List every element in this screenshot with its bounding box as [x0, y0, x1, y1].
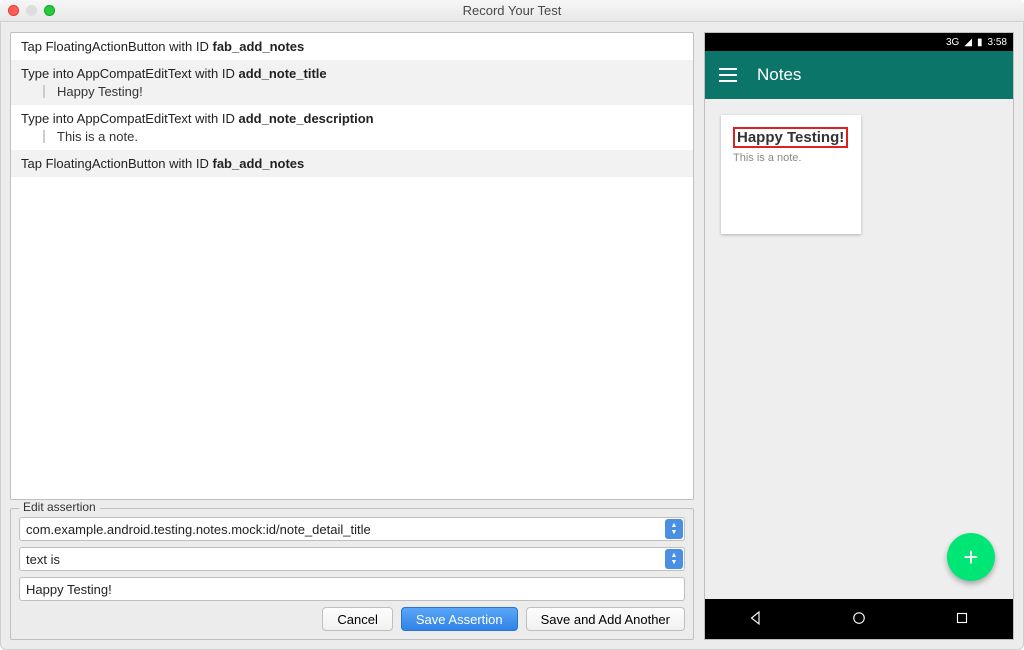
step-id: add_note_description [239, 111, 374, 126]
select-stepper-icon: ▲▼ [665, 519, 683, 539]
assertion-element-select[interactable]: com.example.android.testing.notes.mock:i… [19, 517, 685, 541]
step-id: fab_add_notes [213, 39, 305, 54]
save-and-add-another-button[interactable]: Save and Add Another [526, 607, 685, 631]
cancel-button[interactable]: Cancel [322, 607, 392, 631]
assertion-legend: Edit assertion [19, 500, 100, 514]
save-assertion-button[interactable]: Save Assertion [401, 607, 518, 631]
android-nav-bar [705, 599, 1013, 639]
android-app-bar: Notes [705, 51, 1013, 99]
assertion-value-input[interactable] [19, 577, 685, 601]
device-preview: 3G ◢ ▮ 3:58 Notes Happy Testing! This is… [704, 32, 1014, 640]
step-text: Tap FloatingActionButton with ID [21, 39, 213, 54]
plus-icon: + [963, 542, 978, 573]
note-desc: This is a note. [733, 152, 849, 164]
battery-icon: ▮ [977, 37, 983, 48]
hamburger-icon[interactable] [719, 68, 737, 82]
android-status-bar: 3G ◢ ▮ 3:58 [705, 33, 1013, 51]
recorded-steps-list: Tap FloatingActionButton with ID fab_add… [10, 32, 694, 500]
step-id: fab_add_notes [213, 156, 305, 171]
select-stepper-icon: ▲▼ [665, 549, 683, 569]
step-row[interactable]: Tap FloatingActionButton with ID fab_add… [11, 150, 693, 177]
back-icon[interactable] [747, 609, 765, 630]
step-typed-value: Happy Testing! [21, 84, 683, 99]
step-row[interactable]: Type into AppCompatEditText with ID add_… [11, 60, 693, 105]
fab-add-button[interactable]: + [947, 533, 995, 581]
step-id: add_note_title [239, 66, 327, 81]
titlebar: Record Your Test [0, 0, 1024, 22]
clock: 3:58 [988, 37, 1007, 48]
signal-icon: ◢ [964, 37, 972, 48]
assertion-rule-select[interactable]: text is [19, 547, 685, 571]
note-card[interactable]: Happy Testing! This is a note. [721, 115, 861, 234]
app-title: Notes [757, 65, 801, 85]
window-title: Record Your Test [0, 3, 1024, 18]
signal-label: 3G [946, 37, 959, 48]
step-text: Type into AppCompatEditText with ID [21, 111, 239, 126]
step-typed-value: This is a note. [21, 129, 683, 144]
step-text: Tap FloatingActionButton with ID [21, 156, 213, 171]
step-text: Type into AppCompatEditText with ID [21, 66, 239, 81]
edit-assertion-panel: Edit assertion com.example.android.testi… [10, 508, 694, 640]
note-title: Happy Testing! [733, 127, 848, 148]
step-row[interactable]: Type into AppCompatEditText with ID add_… [11, 105, 693, 150]
recents-icon[interactable] [953, 609, 971, 630]
home-icon[interactable] [850, 609, 868, 630]
step-row[interactable]: Tap FloatingActionButton with ID fab_add… [11, 33, 693, 60]
